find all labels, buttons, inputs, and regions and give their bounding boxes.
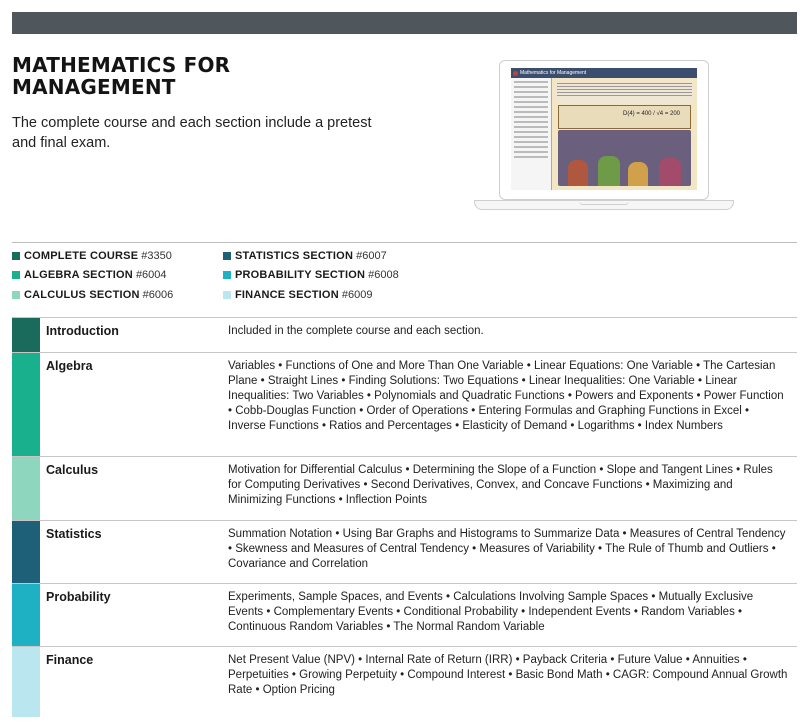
legend-code: #3350	[141, 250, 172, 262]
legend-item-calculus: CALCULUS SECTION #6006	[12, 289, 173, 301]
legend-item-complete-course: COMPLETE COURSE #3350	[12, 250, 172, 262]
laptop-lid: Mathematics for Management D(4) = 400 / …	[499, 60, 709, 200]
section-topics: Net Present Value (NPV) • Internal Rate …	[228, 654, 788, 696]
legend-label: FINANCE SECTION	[235, 289, 339, 301]
section-name: Finance	[46, 653, 94, 667]
screen-main-area: D(4) = 400 / √4 = 200	[552, 78, 697, 190]
legend-item-statistics: STATISTICS SECTION #6007	[223, 250, 387, 262]
section-legend: COMPLETE COURSE #3350 ALGEBRA SECTION #6…	[12, 250, 512, 310]
legend-swatch	[12, 271, 20, 279]
legend-swatch	[223, 252, 231, 260]
legend-label: STATISTICS SECTION	[235, 250, 354, 262]
screen-sidebar	[511, 78, 552, 190]
legend-item-probability: PROBABILITY SECTION #6008	[223, 269, 399, 281]
section-topics: Experiments, Sample Spaces, and Events •…	[228, 591, 754, 633]
legend-item-finance: FINANCE SECTION #6009	[223, 289, 372, 301]
legend-code: #6006	[142, 289, 174, 301]
section-topics: Motivation for Differential Calculus • D…	[228, 464, 773, 506]
section-topics: Included in the complete course and each…	[228, 325, 484, 337]
section-color-bar	[12, 647, 40, 717]
app-logo-icon	[513, 70, 518, 76]
section-color-bar	[12, 318, 40, 352]
section-color-bar	[12, 457, 40, 520]
section-topics: Summation Notation • Using Bar Graphs an…	[228, 528, 786, 570]
legend-item-algebra: ALGEBRA SECTION #6004	[12, 269, 167, 281]
screen-chalkboard: D(4) = 400 / √4 = 200	[558, 105, 691, 129]
legend-swatch	[223, 291, 231, 299]
table-row-introduction: Introduction Included in the complete co…	[12, 317, 797, 352]
legend-code: #6008	[368, 269, 399, 281]
page-title: MATHEMATICS FOR MANAGEMENT	[12, 53, 231, 99]
laptop-notch	[579, 200, 629, 205]
screen-title-bar: Mathematics for Management	[511, 68, 697, 78]
screen-formula: D(4) = 400 / √4 = 200	[623, 111, 680, 117]
legend-swatch	[223, 271, 231, 279]
legend-label: COMPLETE COURSE	[24, 250, 139, 262]
legend-label: PROBABILITY SECTION	[235, 269, 366, 281]
top-banner-bar	[12, 12, 797, 34]
page-subtitle: The complete course and each section inc…	[12, 115, 372, 151]
screen-window-title: Mathematics for Management	[520, 70, 587, 76]
section-name: Algebra	[46, 359, 93, 373]
section-name: Statistics	[46, 527, 102, 541]
laptop-illustration: Mathematics for Management D(4) = 400 / …	[474, 58, 734, 218]
screen-text-block	[555, 81, 694, 103]
legend-code: #6009	[341, 289, 373, 301]
section-color-bar	[12, 521, 40, 583]
legend-code: #6007	[356, 250, 387, 262]
section-name: Calculus	[46, 463, 99, 477]
table-row-finance: Finance Net Present Value (NPV) • Intern…	[12, 646, 797, 717]
legend-label: CALCULUS SECTION	[24, 289, 140, 301]
section-color-bar	[12, 584, 40, 646]
legend-label: ALGEBRA SECTION	[24, 269, 133, 281]
section-color-bar	[12, 353, 40, 456]
screen-cartoon-scene	[558, 130, 691, 186]
table-row-probability: Probability Experiments, Sample Spaces, …	[12, 583, 797, 646]
legend-swatch	[12, 291, 20, 299]
section-name: Probability	[46, 590, 111, 604]
course-sections-table: Introduction Included in the complete co…	[12, 317, 797, 717]
section-name: Introduction	[46, 324, 119, 338]
legend-code: #6004	[135, 269, 167, 281]
section-topics: Variables • Functions of One and More Th…	[228, 360, 784, 432]
table-row-calculus: Calculus Motivation for Differential Cal…	[12, 456, 797, 520]
table-row-algebra: Algebra Variables • Functions of One and…	[12, 352, 797, 456]
divider	[12, 242, 797, 243]
laptop-screen: Mathematics for Management D(4) = 400 / …	[511, 68, 697, 190]
table-row-statistics: Statistics Summation Notation • Using Ba…	[12, 520, 797, 583]
legend-swatch	[12, 252, 20, 260]
